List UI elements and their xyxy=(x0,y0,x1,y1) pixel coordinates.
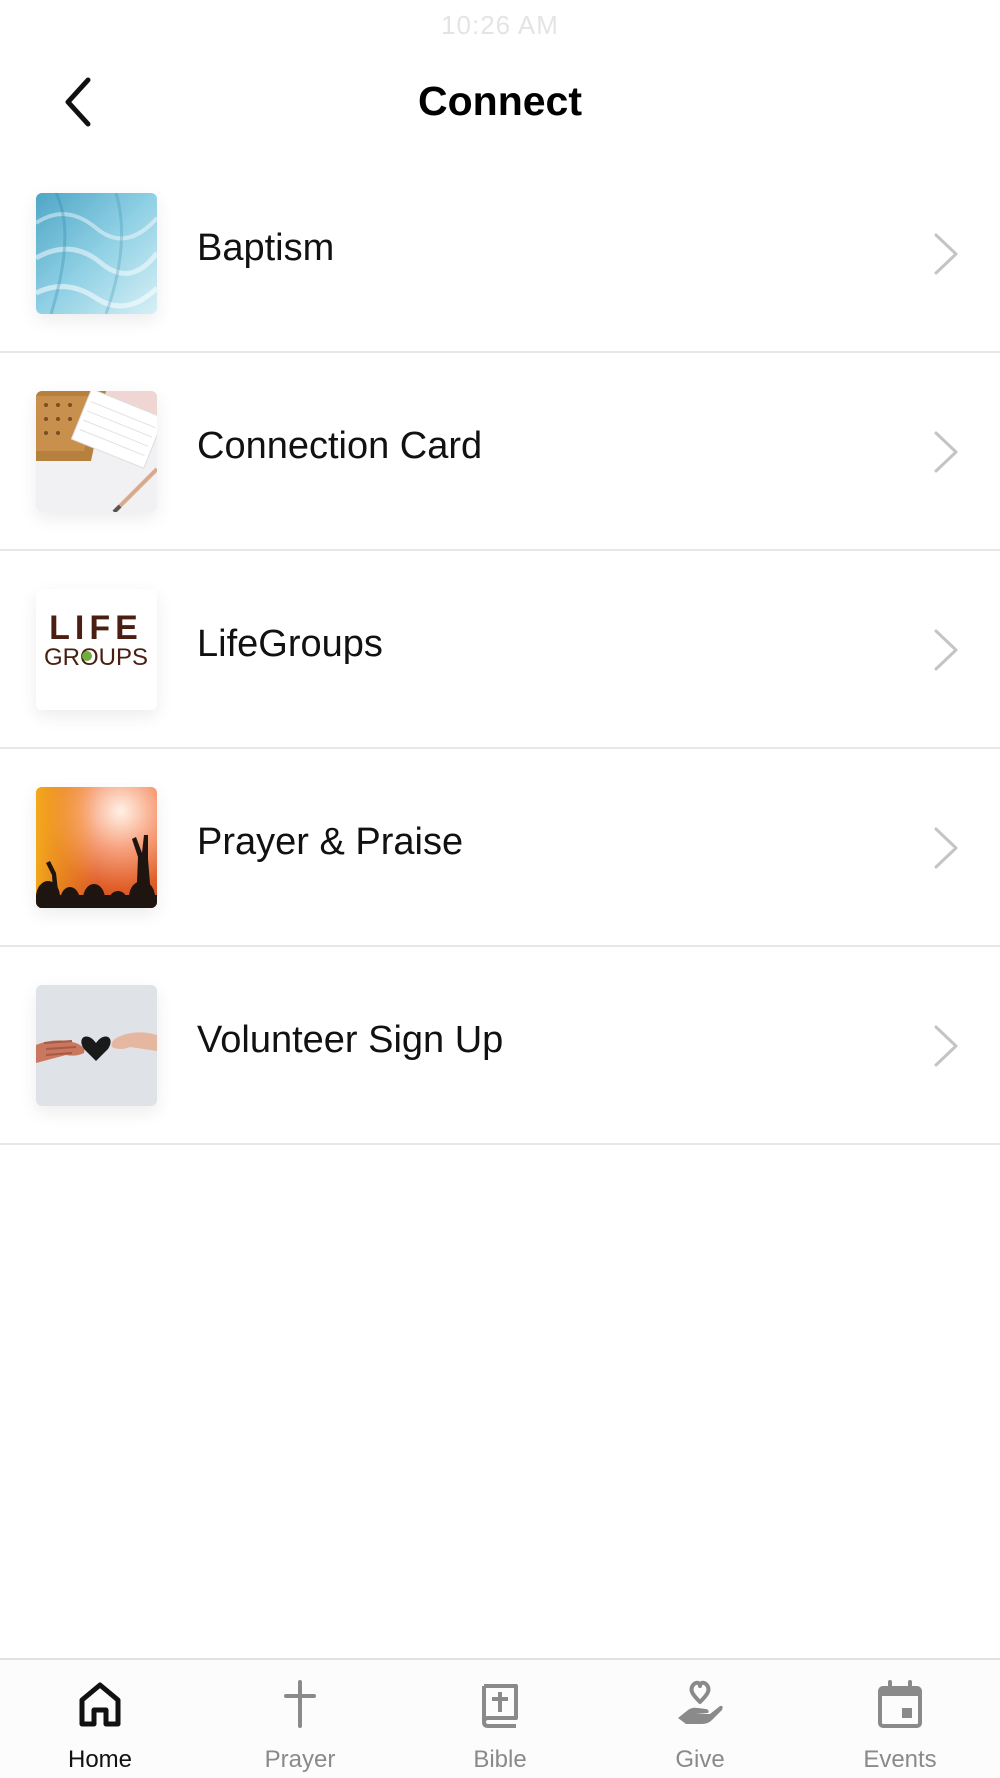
tab-give[interactable]: Give xyxy=(600,1660,800,1778)
tab-events[interactable]: Events xyxy=(800,1660,1000,1778)
calendar-icon xyxy=(878,1680,922,1728)
lifegroups-logo-top: LIFE xyxy=(49,609,143,647)
chevron-right-icon xyxy=(934,629,958,671)
tab-label: Prayer xyxy=(264,1746,336,1773)
status-time: 10:26 AM xyxy=(441,10,559,40)
chevron-right-icon xyxy=(934,431,958,473)
lifegroups-logo-bottom: GROUPS xyxy=(44,644,148,671)
tab-prayer[interactable]: Prayer xyxy=(200,1660,400,1778)
chevron-right-icon xyxy=(934,233,958,275)
list-item-label: Volunteer Sign Up xyxy=(197,1019,504,1061)
bible-icon xyxy=(482,1684,518,1728)
nav-bar: Connect xyxy=(0,52,1000,152)
tab-label: Home xyxy=(67,1746,133,1773)
list-item-volunteer-sign-up[interactable]: Volunteer Sign Up xyxy=(0,947,1000,1145)
connect-list: Baptism Connection Card LIFE GROUPS Life… xyxy=(0,155,1000,1145)
list-item-connection-card[interactable]: Connection Card xyxy=(0,353,1000,551)
list-item-label: Baptism xyxy=(197,227,335,269)
chevron-right-icon xyxy=(934,1025,958,1067)
home-icon xyxy=(79,1682,121,1727)
list-item-lifegroups[interactable]: LIFE GROUPS LifeGroups xyxy=(0,551,1000,749)
cross-icon xyxy=(284,1680,316,1728)
give-icon xyxy=(678,1680,723,1724)
list-item-prayer-praise[interactable]: Prayer & Praise xyxy=(0,749,1000,947)
list-item-label: Prayer & Praise xyxy=(197,821,464,863)
volunteer-thumbnail xyxy=(36,985,157,1106)
baptism-thumbnail xyxy=(36,193,157,314)
tab-label: Events xyxy=(863,1746,937,1773)
chevron-right-icon xyxy=(934,827,958,869)
status-bar: 10:26 AM xyxy=(0,0,1000,52)
page-title: Connect xyxy=(418,78,582,124)
list-item-label: Connection Card xyxy=(197,425,483,467)
tab-bible[interactable]: Bible xyxy=(400,1660,600,1778)
tab-bar: Home Prayer Bible Give Events xyxy=(0,1658,1000,1778)
connection-card-thumbnail xyxy=(36,391,157,512)
tab-label: Give xyxy=(675,1746,725,1773)
prayer-praise-thumbnail xyxy=(36,787,157,908)
list-item-baptism[interactable]: Baptism xyxy=(0,155,1000,353)
tab-home[interactable]: Home xyxy=(0,1660,200,1778)
list-item-label: LifeGroups xyxy=(197,623,383,665)
lifegroups-logo: LIFE GROUPS xyxy=(36,589,157,710)
tab-label: Bible xyxy=(473,1746,527,1773)
